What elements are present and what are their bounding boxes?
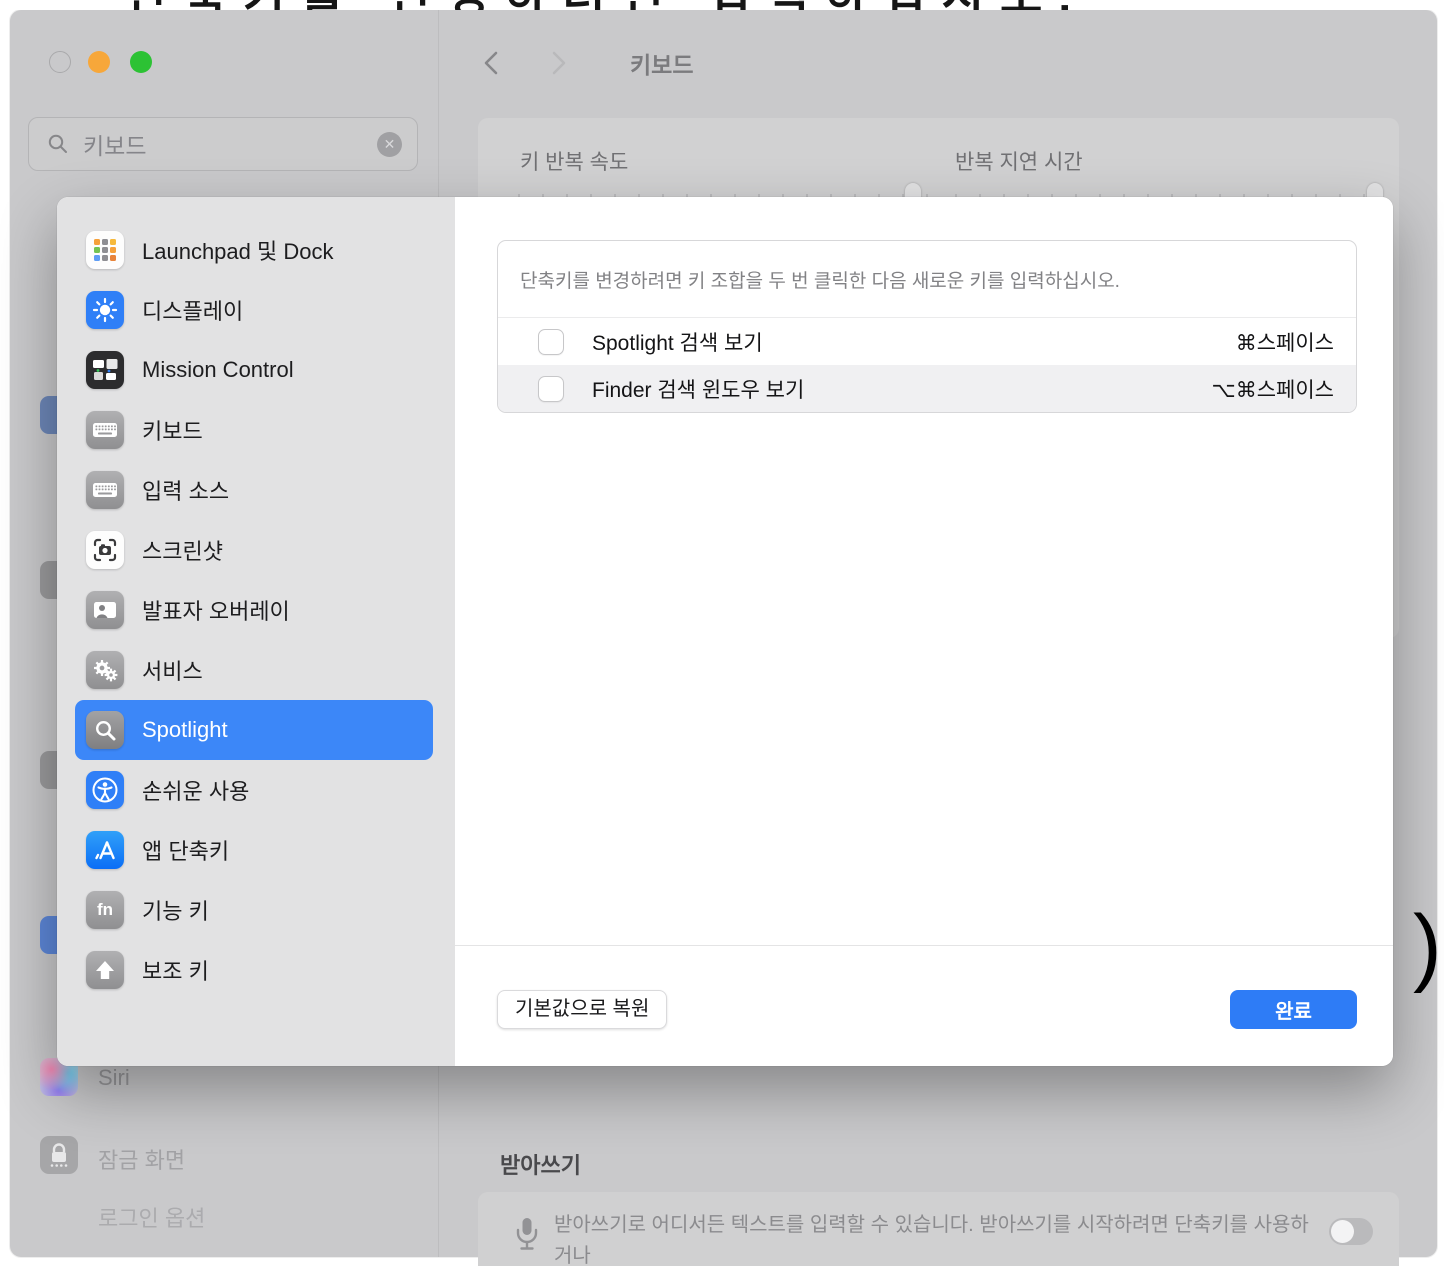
- sidebar-item-label: 보조 키: [142, 954, 209, 986]
- sidebar-item-mission-control[interactable]: Mission Control: [75, 340, 433, 400]
- shortcut-label: Finder 검색 윈도우 보기: [592, 374, 804, 404]
- sidebar-item-function-keys[interactable]: fn 기능 키: [75, 880, 433, 940]
- sidebar-item-lock-screen[interactable]: 잠금 화면: [98, 1143, 185, 1175]
- dictation-card: 받아쓰기로 어디서든 텍스트를 입력할 수 있습니다. 받아쓰기를 시작하려면 …: [478, 1192, 1399, 1266]
- shortcut-list-card: 단축키를 변경하려면 키 조합을 두 번 클릭한 다음 새로운 키를 입력하십시…: [497, 240, 1357, 413]
- background-clipped-text: 단축키를 변경하려면 입력하십시오.: [0, 0, 1444, 10]
- minimize-button[interactable]: [88, 51, 110, 73]
- sidebar-item-input-sources[interactable]: 입력 소스: [75, 460, 433, 520]
- repeat-delay-label: 반복 지연 시간: [955, 146, 1083, 176]
- sidebar-item-screenshots[interactable]: 스크린샷: [75, 520, 433, 580]
- sidebar-item-label: Spotlight: [142, 717, 228, 743]
- sidebar-item-label: Mission Control: [142, 357, 294, 383]
- launchpad-icon: [86, 231, 124, 269]
- shortcut-row[interactable]: Finder 검색 윈도우 보기 ⌥⌘스페이스: [498, 365, 1356, 412]
- sidebar-item-label: 앱 단축키: [142, 834, 229, 866]
- screenshot-icon: [86, 531, 124, 569]
- sidebar-item-label: 발표자 오버레이: [142, 594, 290, 626]
- sidebar-item-label: 디스플레이: [142, 294, 243, 326]
- services-icon: [86, 651, 124, 689]
- done-button[interactable]: 완료: [1230, 990, 1357, 1029]
- sidebar-item-label: Launchpad 및 Dock: [142, 234, 333, 266]
- sidebar-item-login-options[interactable]: 로그인 옵션: [98, 1201, 205, 1233]
- sidebar-item-label: 키보드: [142, 414, 203, 446]
- forward-chevron-icon[interactable]: [548, 49, 570, 77]
- sidebar-item-label: 손쉬운 사용: [142, 774, 249, 806]
- sidebar-item-label: 서비스: [142, 654, 203, 686]
- shortcut-keys[interactable]: ⌥⌘스페이스: [1212, 374, 1334, 404]
- lock-icon: [40, 1136, 78, 1174]
- instruction-text: 단축키를 변경하려면 키 조합을 두 번 클릭한 다음 새로운 키를 입력하십시…: [498, 241, 1356, 318]
- dictation-description: 받아쓰기로 어디서든 텍스트를 입력할 수 있습니다. 받아쓰기를 시작하려면 …: [554, 1210, 1324, 1266]
- presenter-icon: [86, 591, 124, 629]
- shortcuts-sidebar: Launchpad 및 Dock 디스플레이 Mission Control 키보드입…: [57, 197, 455, 1066]
- shortcut-row[interactable]: Spotlight 검색 보기 ⌘스페이스: [498, 318, 1356, 365]
- shortcut-label: Spotlight 검색 보기: [592, 327, 763, 357]
- clear-search-icon[interactable]: ✕: [377, 132, 402, 157]
- sidebar-item-label: 기능 키: [142, 894, 209, 926]
- screen: 단축키를 변경하려면 입력하십시오. 키보드 ✕ 키보드 키 반복 속도 반복 …: [0, 0, 1444, 1266]
- back-chevron-icon[interactable]: [480, 49, 502, 77]
- shortcut-keys[interactable]: ⌘스페이스: [1236, 327, 1334, 357]
- sidebar-item-launchpad-dock[interactable]: Launchpad 및 Dock: [75, 220, 433, 280]
- sidebar-item-modifier-keys[interactable]: 보조 키: [75, 940, 433, 1000]
- close-button[interactable]: [49, 51, 71, 73]
- spotlight-icon: [86, 711, 124, 749]
- sidebar-item-spotlight[interactable]: Spotlight: [75, 700, 433, 760]
- sidebar-item-services[interactable]: 서비스: [75, 640, 433, 700]
- sidebar-item-display[interactable]: 디스플레이: [75, 280, 433, 340]
- sidebar-item-label: 스크린샷: [142, 534, 223, 566]
- zoom-button[interactable]: [130, 51, 152, 73]
- dictation-toggle[interactable]: [1329, 1218, 1373, 1245]
- sidebar-item-keyboard[interactable]: 키보드: [75, 400, 433, 460]
- shortcut-checkbox[interactable]: [538, 376, 564, 402]
- keyboard-shortcuts-sheet: Launchpad 및 Dock 디스플레이 Mission Control 키보드입…: [57, 197, 1393, 1066]
- shortcuts-panel: 단축키를 변경하려면 키 조합을 두 번 클릭한 다음 새로운 키를 입력하십시…: [455, 197, 1393, 1066]
- microphone-icon: [514, 1216, 540, 1257]
- display-icon: [86, 291, 124, 329]
- accessibility-icon: [86, 771, 124, 809]
- key-repeat-label: 키 반복 속도: [520, 146, 628, 176]
- modifier-icon: [86, 951, 124, 989]
- shortcut-checkbox[interactable]: [538, 329, 564, 355]
- sidebar-item-accessibility[interactable]: 손쉬운 사용: [75, 760, 433, 820]
- sidebar-item-label: 입력 소스: [142, 474, 229, 506]
- footer-divider: [455, 945, 1393, 946]
- sidebar-item-app-shortcuts[interactable]: 앱 단축키: [75, 820, 433, 880]
- mission-control-icon: [86, 351, 124, 389]
- search-input[interactable]: 키보드 ✕: [28, 117, 418, 171]
- background-clipped-glyph: ): [1413, 903, 1442, 989]
- dictation-title: 받아쓰기: [500, 1148, 581, 1180]
- sidebar-item-siri[interactable]: Siri: [98, 1065, 130, 1091]
- search-value: 키보드: [83, 127, 377, 161]
- page-title: 키보드: [630, 46, 693, 80]
- settings-header: 키보드: [480, 46, 693, 80]
- toggle-knob: [1331, 1220, 1354, 1243]
- search-icon: [47, 133, 69, 155]
- keyboard-icon: [86, 411, 124, 449]
- keyboard-icon: [86, 471, 124, 509]
- app-shortcuts-icon: [86, 831, 124, 869]
- restore-defaults-button[interactable]: 기본값으로 복원: [497, 990, 667, 1029]
- fn-icon: fn: [86, 891, 124, 929]
- sidebar-item-presenter-overlay[interactable]: 발표자 오버레이: [75, 580, 433, 640]
